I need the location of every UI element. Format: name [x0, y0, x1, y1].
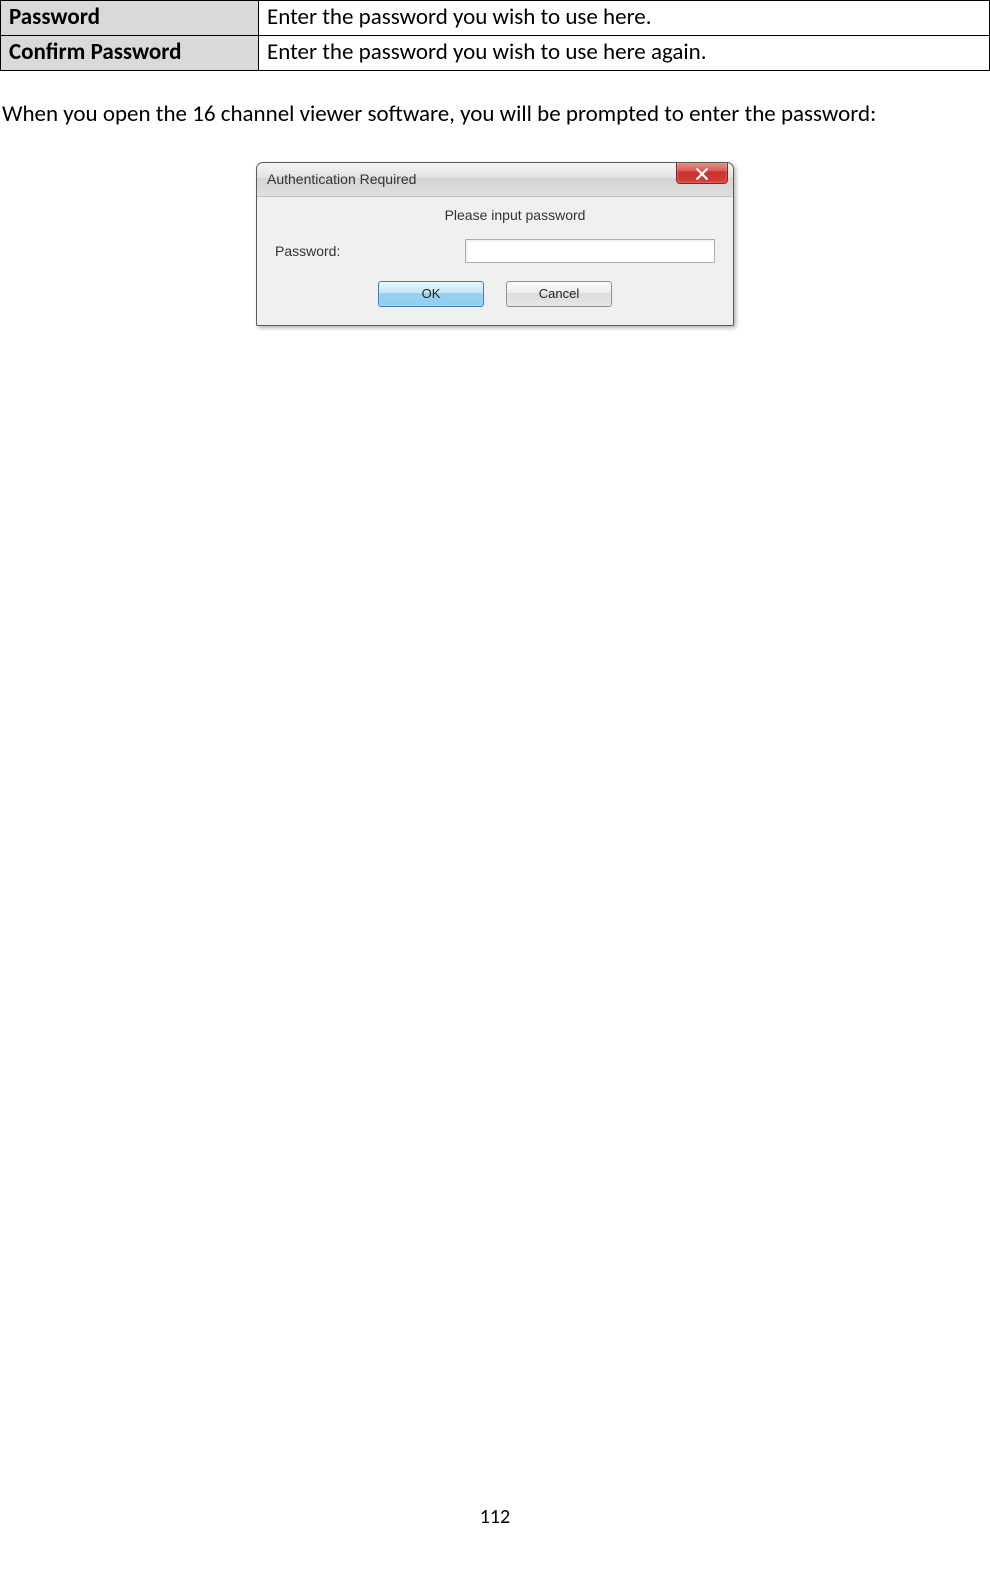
- dialog-body: Please input password Password: OK Cance…: [257, 197, 733, 325]
- cancel-button[interactable]: Cancel: [506, 281, 612, 307]
- dialog-screenshot: Authentication Required Please input pas…: [0, 162, 990, 326]
- dialog-instruction: Please input password: [275, 207, 715, 223]
- password-label: Password:: [275, 243, 347, 259]
- table-cell-label: Password: [1, 1, 259, 36]
- table-cell-label: Confirm Password: [1, 35, 259, 70]
- password-row: Password:: [275, 239, 715, 263]
- ok-button[interactable]: OK: [378, 281, 484, 307]
- table-cell-desc: Enter the password you wish to use here …: [259, 35, 990, 70]
- dialog-titlebar[interactable]: Authentication Required: [257, 163, 733, 197]
- paragraph: When you open the 16 channel viewer soft…: [0, 99, 990, 130]
- close-button[interactable]: [676, 162, 728, 184]
- table-row: Confirm Password Enter the password you …: [1, 35, 990, 70]
- auth-dialog: Authentication Required Please input pas…: [256, 162, 734, 326]
- table-row: Password Enter the password you wish to …: [1, 1, 990, 36]
- table-cell-desc: Enter the password you wish to use here.: [259, 1, 990, 36]
- close-icon: [696, 162, 708, 186]
- dialog-buttons: OK Cancel: [275, 281, 715, 307]
- page-number: 112: [0, 1505, 990, 1529]
- dialog-title: Authentication Required: [267, 171, 416, 187]
- password-input[interactable]: [465, 239, 715, 263]
- page-content: Password Enter the password you wish to …: [0, 0, 990, 326]
- definition-table: Password Enter the password you wish to …: [0, 0, 990, 71]
